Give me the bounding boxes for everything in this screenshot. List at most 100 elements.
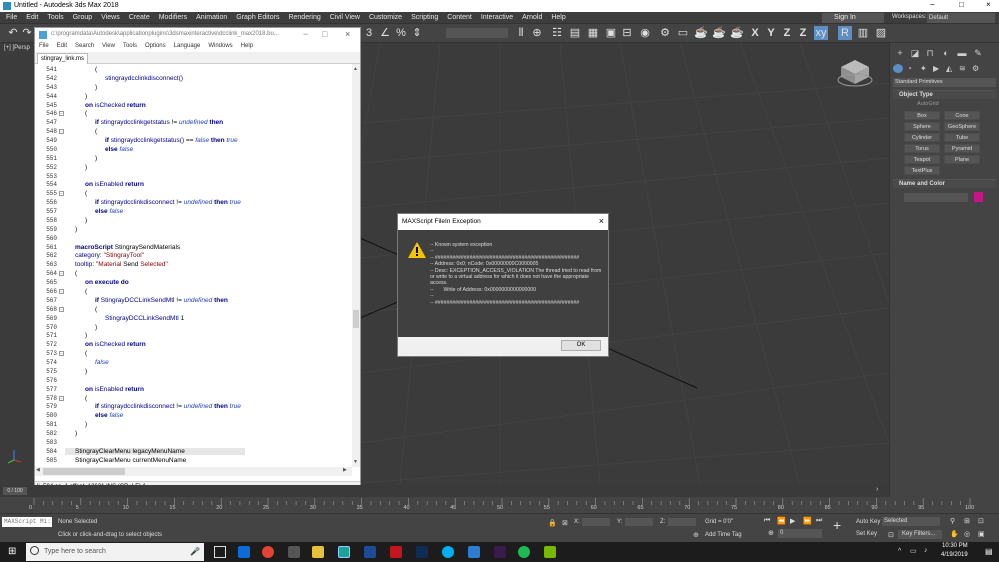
- set-key-big-icon[interactable]: +: [833, 517, 841, 533]
- cone-button[interactable]: Cone: [944, 111, 980, 120]
- lights-icon[interactable]: ✦: [920, 64, 929, 73]
- pan-icon[interactable]: ✋: [950, 530, 959, 538]
- volume-icon[interactable]: ♪: [924, 547, 928, 554]
- chrome-app-icon[interactable]: [262, 546, 274, 558]
- menu-file[interactable]: File: [0, 12, 26, 24]
- autogrid-checkbox[interactable]: AutoGrid: [917, 101, 939, 107]
- display-tab-icon[interactable]: ▬: [956, 47, 968, 59]
- named-selection-dropdown[interactable]: [446, 28, 508, 38]
- next-frame-icon[interactable]: ›: [876, 486, 878, 493]
- menu-group[interactable]: Group: [73, 12, 101, 24]
- goto-end-icon[interactable]: ⏭: [816, 517, 822, 525]
- editor-vertical-scrollbar[interactable]: [352, 64, 360, 467]
- time-slider[interactable]: 0 / 100 ›: [0, 485, 889, 497]
- editor-menu-file[interactable]: File: [35, 41, 57, 52]
- menu-help[interactable]: Help: [551, 12, 574, 24]
- viewport-label[interactable]: [+] [Persp: [4, 45, 30, 51]
- lock-selection-icon[interactable]: 🔒: [548, 519, 557, 527]
- percent-snap-icon[interactable]: %: [394, 26, 408, 40]
- utilities-tab-icon[interactable]: ✎: [972, 47, 984, 59]
- time-tag-icon[interactable]: ⊕: [693, 531, 699, 539]
- clock-time[interactable]: 10:30 PM: [942, 543, 968, 549]
- time-slider-thumb[interactable]: 0 / 100: [3, 487, 27, 495]
- editor-menu-view[interactable]: View: [102, 41, 123, 52]
- spinner-snap-icon[interactable]: ⇕: [410, 26, 424, 40]
- set-key-button[interactable]: Set Key: [856, 531, 877, 537]
- scene-explorer-icon[interactable]: ☷: [550, 26, 564, 40]
- object-color-swatch[interactable]: [974, 192, 983, 202]
- motion-tab-icon[interactable]: ◐: [940, 47, 952, 59]
- skype-app-icon[interactable]: [442, 546, 454, 558]
- sphere-button[interactable]: Sphere: [904, 122, 940, 131]
- edge-app-icon[interactable]: [238, 546, 250, 558]
- scroll-left-icon[interactable]: ◀: [36, 467, 40, 473]
- goto-start-icon[interactable]: ⏮: [764, 517, 770, 525]
- zoom-icon[interactable]: ⚲: [950, 517, 955, 525]
- zoom-extents-icon[interactable]: ⊡: [978, 517, 984, 525]
- close-icon[interactable]: ×: [986, 0, 991, 9]
- editor-menu-windows[interactable]: Windows: [208, 41, 240, 52]
- menu-tools[interactable]: Tools: [47, 12, 72, 24]
- menu-customize[interactable]: Customize: [369, 12, 411, 24]
- undo-icon[interactable]: ↶: [6, 26, 20, 40]
- scroll-right-icon[interactable]: ▶: [343, 467, 347, 473]
- material-editor-icon[interactable]: ◉: [638, 26, 652, 40]
- viewcube-icon[interactable]: [836, 58, 874, 90]
- fold-toggle-icon[interactable]: −: [59, 129, 64, 135]
- task-view-icon[interactable]: [214, 546, 226, 558]
- helpers-icon[interactable]: ◭: [946, 64, 955, 73]
- microphone-icon[interactable]: 🎤: [190, 543, 200, 561]
- y-coordinate-field[interactable]: [625, 518, 653, 526]
- editor-close-icon[interactable]: ×: [345, 29, 350, 39]
- key-set-dropdown[interactable]: Selected: [882, 517, 940, 526]
- render-production-icon[interactable]: ☕: [694, 26, 708, 40]
- layer-explorer-icon[interactable]: ▤: [568, 26, 582, 40]
- max-creation-icon[interactable]: R: [838, 26, 852, 40]
- torus-button[interactable]: Torus: [904, 144, 940, 153]
- sign-in-button[interactable]: Sign In: [822, 13, 884, 23]
- ribbon-icon[interactable]: ▦: [586, 26, 600, 40]
- dialog-close-icon[interactable]: ×: [599, 216, 604, 226]
- render-active-icon[interactable]: ☕: [730, 26, 744, 40]
- maxscript-listener-input[interactable]: MAXScript Mi:: [2, 517, 52, 527]
- ok-button[interactable]: OK: [561, 340, 601, 351]
- taskbar-search-box[interactable]: Type here to search 🎤: [26, 543, 204, 561]
- command-panel-toggle-icon[interactable]: ▨: [874, 26, 888, 40]
- menu-interactive[interactable]: Interactive: [481, 12, 522, 24]
- menu-create[interactable]: Create: [129, 12, 159, 24]
- prev-frame-icon[interactable]: ⏪: [777, 517, 786, 525]
- menu-arnold[interactable]: Arnold: [522, 12, 551, 24]
- textplus-button[interactable]: TextPlus: [904, 166, 940, 175]
- object-name-input[interactable]: [904, 193, 968, 202]
- editor-horizontal-scrollbar[interactable]: ◀ ▶: [35, 467, 352, 476]
- primitives-dropdown[interactable]: Standard Primitives: [893, 78, 996, 87]
- minimize-icon[interactable]: −: [930, 0, 935, 9]
- cameras-icon[interactable]: ▶: [933, 64, 942, 73]
- nvidia-app-icon[interactable]: [544, 546, 556, 558]
- transform-mode-icon[interactable]: ⊠: [562, 519, 568, 527]
- current-frame-field[interactable]: 0: [778, 529, 822, 538]
- menu-animation[interactable]: Animation: [196, 12, 236, 24]
- box-button[interactable]: Box: [904, 111, 940, 120]
- acrobat-app-icon[interactable]: [390, 546, 402, 558]
- axis-y-icon[interactable]: Y: [764, 26, 778, 40]
- create-tab-icon[interactable]: +: [894, 47, 906, 59]
- zoom-all-icon[interactable]: ⊞: [964, 517, 970, 525]
- geometry-icon[interactable]: [893, 63, 903, 73]
- clock-date[interactable]: 4/19/2019: [941, 552, 968, 558]
- axis-z-icon[interactable]: Z: [780, 26, 794, 40]
- orbit-icon[interactable]: ◎: [964, 530, 970, 538]
- next-key-icon[interactable]: ⏩: [803, 517, 812, 525]
- menu-rendering[interactable]: Rendering: [288, 12, 329, 24]
- maximize-icon[interactable]: □: [959, 0, 964, 9]
- scroll-down-icon[interactable]: ▼: [353, 459, 358, 465]
- angle-snap-icon[interactable]: ∠: [378, 26, 392, 40]
- teapot-button[interactable]: Teapot: [904, 155, 940, 164]
- key-filter-icon[interactable]: ⊡: [888, 531, 894, 539]
- spotify-app-icon[interactable]: [518, 546, 530, 558]
- x-coordinate-field[interactable]: [582, 518, 610, 526]
- shapes-icon[interactable]: ◔: [907, 64, 916, 73]
- fold-toggle-icon[interactable]: −: [59, 306, 64, 312]
- fold-toggle-icon[interactable]: −: [59, 351, 64, 357]
- snap-3d-icon[interactable]: 3: [362, 26, 376, 40]
